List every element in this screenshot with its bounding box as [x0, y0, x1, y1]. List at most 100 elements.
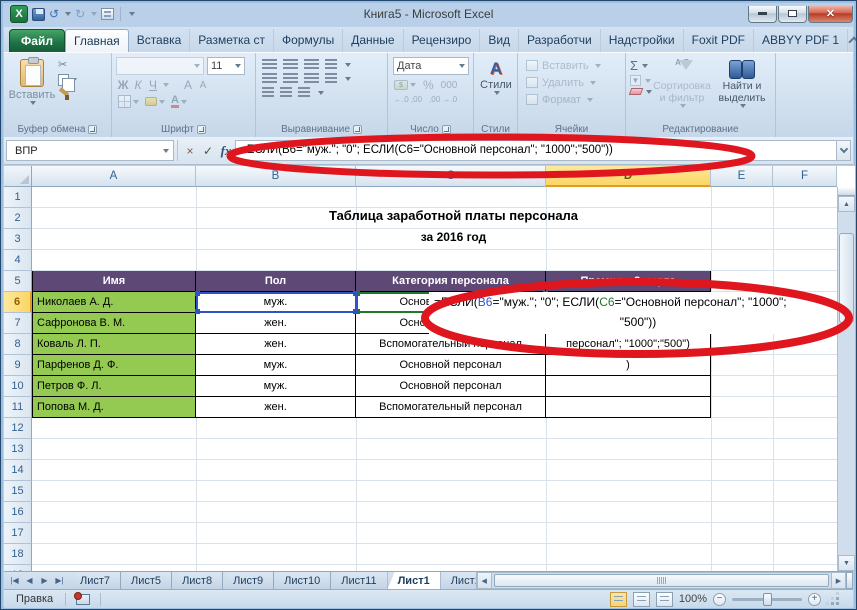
redo-dropdown-icon[interactable]	[91, 12, 97, 16]
sheet-tab[interactable]: Лист7	[70, 572, 121, 589]
cell-category[interactable]: Вспомогательный персонал	[356, 334, 546, 355]
format-painter-icon[interactable]	[58, 89, 70, 101]
name-box-dropdown-icon[interactable]	[163, 149, 169, 153]
cut-icon[interactable]: ✂	[58, 59, 77, 71]
zoom-level[interactable]: 100%	[679, 593, 707, 605]
increase-indent-icon[interactable]	[280, 87, 292, 98]
comma-style-icon[interactable]: 000	[441, 80, 458, 91]
align-middle-icon[interactable]	[283, 59, 298, 70]
number-format-combo[interactable]: Дата	[393, 57, 469, 75]
cell-gender[interactable]: муж.	[196, 376, 356, 397]
row-header[interactable]: 17	[4, 523, 32, 544]
ribbon-tab[interactable]: Вид	[480, 29, 519, 52]
zoom-in-icon[interactable]: +	[808, 593, 821, 606]
cell-premium[interactable]	[546, 376, 711, 397]
ribbon-tab[interactable]: Формулы	[274, 29, 343, 52]
sheet-tab[interactable]: Лист5	[121, 572, 172, 589]
clipboard-dialog-launcher-icon[interactable]	[88, 125, 97, 134]
cell-name[interactable]: Николаев А. Д.	[32, 292, 196, 313]
delete-cells-button[interactable]: Удалить	[526, 74, 622, 91]
enter-icon[interactable]: ✓	[199, 144, 217, 158]
header-category[interactable]: Категория персонала	[356, 271, 546, 292]
cell-name[interactable]: Сафронова В. М.	[32, 313, 196, 334]
align-right-icon[interactable]	[304, 73, 319, 84]
vertical-split-handle[interactable]	[838, 187, 855, 196]
restore-button[interactable]	[778, 6, 807, 23]
row-header[interactable]: 18	[4, 544, 32, 565]
sheet-tab[interactable]: Лист1	[441, 572, 477, 589]
table-tool-icon[interactable]	[101, 8, 114, 20]
column-header[interactable]: B	[196, 166, 356, 187]
undo-dropdown-icon[interactable]	[65, 12, 71, 16]
sheet-tab[interactable]: Лист8	[172, 572, 223, 589]
row-header[interactable]: 6	[4, 292, 32, 313]
column-header[interactable]: A	[32, 166, 196, 187]
next-sheet-icon[interactable]: ▶	[38, 576, 51, 585]
horizontal-scroll-thumb[interactable]	[494, 574, 829, 587]
tab-split-handle[interactable]	[846, 572, 853, 589]
row-header[interactable]: 10	[4, 376, 32, 397]
ribbon-tab[interactable]: Foxit PDF	[684, 29, 754, 52]
font-name-combo[interactable]	[116, 57, 204, 75]
clear-button[interactable]	[630, 88, 652, 95]
scroll-up-icon[interactable]: ▲	[838, 196, 855, 212]
header-premium[interactable]: Премия к 8 марта	[546, 271, 711, 292]
cell-edit-overlay[interactable]: =ЕСЛИ(B6="муж."; "0"; ЕСЛИ(C6="Основной …	[429, 292, 847, 334]
row-header[interactable]: 12	[4, 418, 32, 439]
cell-gender[interactable]: муж.	[196, 355, 356, 376]
row-header[interactable]: 7	[4, 313, 32, 334]
borders-icon[interactable]	[118, 95, 131, 108]
ribbon-tab[interactable]: Надстройки	[601, 29, 684, 52]
zoom-slider[interactable]	[732, 598, 802, 601]
minimize-button[interactable]	[748, 6, 777, 23]
row-header[interactable]: 1	[4, 187, 32, 208]
wrap-text-icon[interactable]	[298, 87, 310, 98]
cell-name[interactable]: Коваль Л. П.	[32, 334, 196, 355]
ribbon-tab[interactable]: ABBYY PDF 1	[754, 29, 848, 52]
ribbon-tab[interactable]: Разработчи	[519, 29, 601, 52]
macro-record-icon[interactable]	[76, 594, 90, 605]
cell-gender[interactable]: жен.	[196, 397, 356, 418]
italic-icon[interactable]: К	[131, 78, 145, 92]
sort-filter-button[interactable]: А Я Сортировка и фильтр	[652, 57, 712, 121]
ribbon-tab[interactable]: Данные	[343, 29, 403, 52]
row-header[interactable]: 2	[4, 208, 32, 229]
align-center-icon[interactable]	[283, 73, 298, 84]
align-left-icon[interactable]	[262, 73, 277, 84]
cell-premium[interactable]	[546, 397, 711, 418]
close-button[interactable]: ✕	[808, 6, 853, 23]
ribbon-tab[interactable]: Вставка	[129, 29, 191, 52]
copy-icon[interactable]	[58, 74, 69, 86]
row-header[interactable]: 14	[4, 460, 32, 481]
customize-qat-icon[interactable]	[129, 12, 135, 16]
align-bottom-icon[interactable]	[304, 59, 319, 70]
cell-name[interactable]: Попова М. Д.	[32, 397, 196, 418]
cell-name[interactable]: Петров Ф. Л.	[32, 376, 196, 397]
merge-center-icon[interactable]	[325, 73, 337, 84]
cell-category[interactable]: Вспомогательный персонал	[356, 397, 546, 418]
cell-category[interactable]: Основной персонал	[356, 355, 546, 376]
excel-logo-icon[interactable]: X	[10, 5, 28, 23]
resize-grip[interactable]	[827, 593, 839, 605]
orientation-icon[interactable]	[325, 59, 337, 70]
name-box-splitter[interactable]	[177, 140, 178, 161]
cell-category[interactable]: Основной персонал	[356, 376, 546, 397]
name-box[interactable]: ВПР	[6, 140, 174, 161]
expand-formula-bar-icon[interactable]	[836, 140, 851, 161]
undo-icon[interactable]: ↺	[49, 6, 59, 22]
horizontal-scrollbar[interactable]	[492, 572, 831, 589]
format-cells-button[interactable]: Формат	[526, 91, 622, 108]
ribbon-tab[interactable]: Разметка ст	[190, 29, 274, 52]
column-header[interactable]: D	[546, 166, 711, 187]
zoom-out-icon[interactable]: −	[713, 593, 726, 606]
page-break-view-icon[interactable]	[656, 592, 673, 607]
decrease-indent-icon[interactable]	[262, 87, 274, 98]
column-header[interactable]: C	[356, 166, 546, 187]
row-header[interactable]: 4	[4, 250, 32, 271]
accounting-format-icon[interactable]: $	[394, 80, 408, 90]
row-header[interactable]: 15	[4, 481, 32, 502]
first-sheet-icon[interactable]: |◀	[8, 576, 21, 585]
font-size-combo[interactable]: 11	[207, 57, 245, 75]
styles-button[interactable]: А Стили	[478, 57, 514, 95]
hscroll-left-icon[interactable]: ◀	[477, 572, 492, 589]
